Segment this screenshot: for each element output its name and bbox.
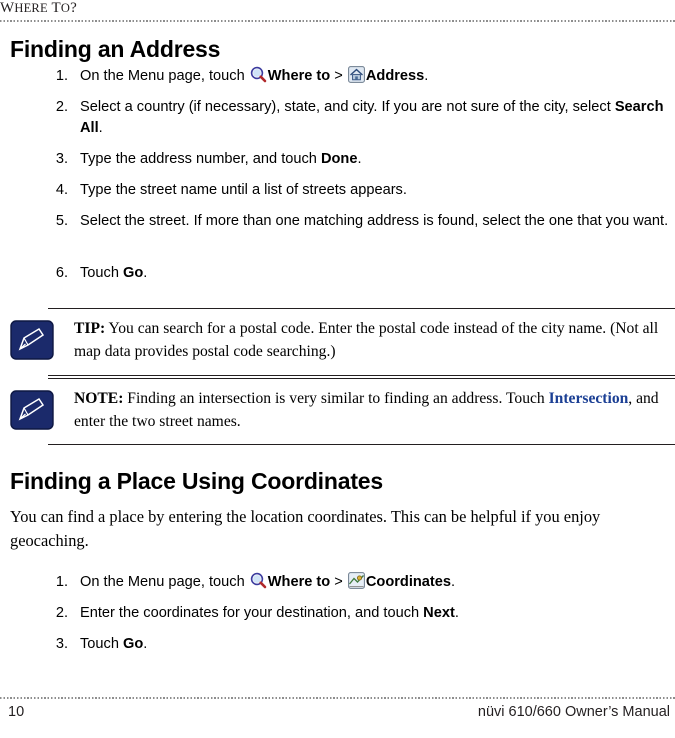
callout-bottom-rule: [48, 375, 675, 376]
step-text: Select the street. If more than one matc…: [80, 213, 669, 229]
callout-tip: TIP: You can search for a postal code. E…: [10, 308, 675, 376]
step-number: 2.: [55, 99, 68, 115]
step-text: Type the address number, and touch Done.: [80, 151, 362, 167]
callout-note: NOTE: Finding an intersection is very si…: [10, 378, 675, 445]
step-number: 4.: [55, 182, 68, 198]
step-text: On the Menu page, touch Where to > Addre…: [80, 66, 429, 84]
list-item-address-step-4: 4. Type the street name until a list of …: [40, 180, 670, 201]
footer-manual-title: nüvi 610/660 Owner’s Manual: [477, 704, 670, 720]
step-text: Type the street name until a list of str…: [80, 182, 407, 198]
step-number: 2.: [55, 605, 68, 621]
callout-note-label: NOTE:: [74, 390, 124, 407]
magnifier-icon: [250, 572, 267, 589]
page-number: 10: [8, 704, 25, 720]
section-heading-finding-a-place-using-coordinates: Finding a Place Using Coordinates: [10, 468, 383, 494]
list-item-address-step-6: 6. Touch Go.: [40, 263, 670, 284]
callout-tip-label: TIP:: [74, 320, 106, 337]
list-item-address-step-3: 3. Type the address number, and touch Do…: [40, 149, 670, 170]
callout-note-text: NOTE: Finding an intersection is very si…: [74, 387, 674, 433]
list-item-coordinates-step-3: 3. Touch Go.: [40, 634, 670, 655]
step-number: 1.: [55, 68, 68, 84]
footer-dotted-rule: [0, 697, 675, 699]
list-item-address-step-5: 5. Select the street. If more than one m…: [40, 211, 670, 232]
note-pencil-badge-icon: [10, 390, 54, 430]
step-number: 1.: [55, 574, 68, 590]
list-item-coordinates-step-1: 1. On the Menu page, touch Where to > Co…: [40, 572, 670, 593]
callout-top-rule: [48, 308, 675, 309]
step-text: On the Menu page, touch Where to > Coord…: [80, 572, 456, 590]
list-item-address-step-2: 2. Select a country (if necessary), stat…: [40, 97, 670, 139]
callout-top-rule: [48, 378, 675, 379]
step-number: 6.: [55, 265, 68, 281]
step-text: Select a country (if necessary), state, …: [80, 99, 664, 136]
section-heading-finding-an-address: Finding an Address: [10, 36, 221, 62]
callout-note-body-before: Finding an intersection is very similar …: [123, 390, 549, 407]
list-item-address-step-1: 1. On the Menu page, touch Where to > Ad…: [40, 66, 670, 87]
header-dotted-rule: [0, 20, 675, 22]
callout-bottom-rule: [48, 444, 675, 445]
coordinates-intro-paragraph: You can find a place by entering the loc…: [10, 507, 601, 550]
coordinates-icon: [347, 572, 365, 589]
step-text: Touch Go.: [80, 265, 148, 281]
step-text: Enter the coordinates for your destinati…: [80, 605, 459, 621]
step-number: 5.: [55, 213, 68, 229]
step-number: 3.: [55, 151, 68, 167]
running-header: WHERE TO?: [0, 0, 675, 22]
list-item-coordinates-step-2: 2. Enter the coordinates for your destin…: [40, 603, 670, 624]
running-header-text: WHERE TO?: [0, 0, 77, 16]
step-text: Touch Go.: [80, 636, 148, 652]
magnifier-icon: [250, 66, 267, 83]
callout-note-link[interactable]: Intersection: [549, 390, 629, 407]
callout-tip-body: You can search for a postal code. Enter …: [74, 320, 659, 360]
manual-page: WHERE TO? Finding an Address 1. On the M…: [0, 0, 675, 738]
note-pencil-badge-icon: [10, 320, 54, 360]
address-house-icon: [347, 66, 365, 83]
callout-tip-text: TIP: You can search for a postal code. E…: [74, 317, 674, 363]
step-number: 3.: [55, 636, 68, 652]
